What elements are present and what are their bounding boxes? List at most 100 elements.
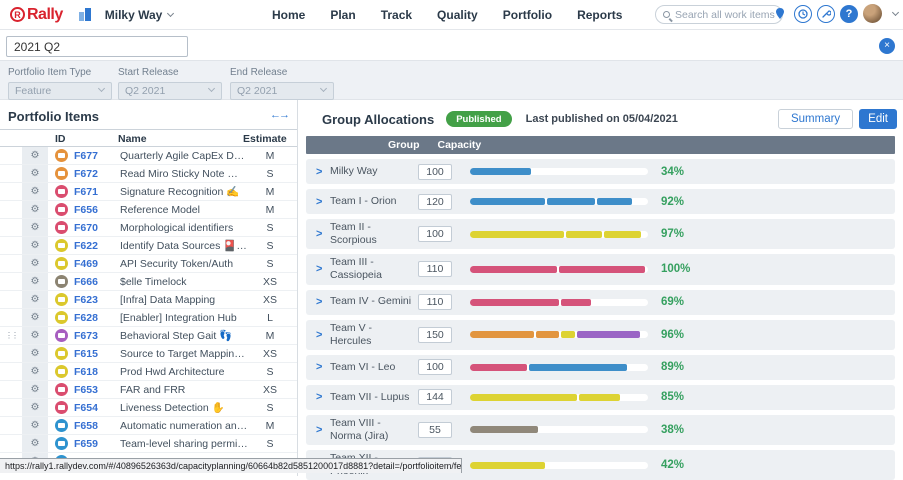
table-row[interactable]: ⋮⋮ ⚙ F656 Reference Model M	[0, 201, 298, 219]
table-row[interactable]: ⋮⋮ ⚙ F666 $elle Timelock XS	[0, 273, 298, 291]
nav-item[interactable]: Plan	[330, 8, 355, 22]
close-icon[interactable]: ×	[879, 38, 895, 54]
chevron-down-icon	[98, 85, 105, 92]
nav-item[interactable]: Track	[381, 8, 412, 22]
item-id-link[interactable]: F618	[74, 366, 120, 378]
table-row[interactable]: ⋮⋮ ⚙ F673 Behavioral Step Gait 👣 M	[0, 327, 298, 345]
item-id-link[interactable]: F653	[74, 384, 120, 396]
edit-button[interactable]: Edit	[859, 109, 897, 129]
gear-icon[interactable]: ⚙	[22, 327, 48, 344]
table-row[interactable]: ⋮⋮ ⚙ F670 Morphological identifiers S	[0, 219, 298, 237]
item-id-link[interactable]: F672	[74, 168, 120, 180]
tools-wrench-icon[interactable]	[817, 5, 835, 23]
expand-chevron-icon[interactable]: >	[316, 329, 330, 341]
expand-chevron-icon[interactable]: >	[316, 263, 330, 275]
gear-icon[interactable]: ⚙	[22, 165, 48, 182]
nav-item[interactable]: Home	[272, 8, 305, 22]
table-row[interactable]: ⋮⋮ ⚙ F628 [Enabler] Integration Hub L	[0, 309, 298, 327]
gear-icon[interactable]: ⚙	[22, 237, 48, 254]
capacity-input[interactable]	[418, 327, 452, 343]
item-id-link[interactable]: F623	[74, 294, 120, 306]
table-row[interactable]: ⋮⋮ ⚙ F659 Team-level sharing permissions…	[0, 435, 298, 453]
nav-item[interactable]: Portfolio	[503, 8, 552, 22]
table-row[interactable]: ⋮⋮ ⚙ F653 FAR and FRR XS	[0, 381, 298, 399]
gear-icon[interactable]: ⚙	[22, 309, 48, 326]
gear-icon[interactable]: ⚙	[22, 435, 48, 452]
table-row[interactable]: ⋮⋮ ⚙ F615 Source to Target Mapping Spec …	[0, 345, 298, 363]
nav-item[interactable]: Quality	[437, 8, 478, 22]
capacity-input[interactable]	[418, 359, 452, 375]
rally-logo[interactable]: R Rally	[10, 6, 63, 24]
portfolio-items-title: Portfolio Items	[8, 109, 99, 124]
capacity-input[interactable]	[418, 226, 452, 242]
table-row[interactable]: ⋮⋮ ⚙ F658 Automatic numeration and frame…	[0, 417, 298, 435]
expand-chevron-icon[interactable]: >	[316, 424, 330, 436]
nav-item[interactable]: Reports	[577, 8, 622, 22]
capacity-input[interactable]	[418, 261, 452, 277]
table-row[interactable]: ⋮⋮ ⚙ F654 Liveness Detection ✋ S	[0, 399, 298, 417]
gear-icon[interactable]: ⚙	[22, 201, 48, 218]
table-row[interactable]: ⋮⋮ ⚙ F677 Quarterly Agile CapEx Data Exp…	[0, 147, 298, 165]
expand-chevron-icon[interactable]: >	[316, 391, 330, 403]
user-avatar[interactable]	[863, 4, 882, 23]
item-id-link[interactable]: F666	[74, 276, 120, 288]
item-id-link[interactable]: F656	[74, 204, 120, 216]
gear-icon[interactable]: ⚙	[22, 417, 48, 434]
chevron-down-icon[interactable]	[892, 8, 899, 15]
capacity-input[interactable]	[418, 422, 452, 438]
gear-icon[interactable]: ⚙	[22, 399, 48, 416]
item-id-link[interactable]: F671	[74, 186, 120, 198]
help-icon[interactable]: ?	[840, 5, 858, 23]
item-id-link[interactable]: F654	[74, 402, 120, 414]
gear-icon[interactable]: ⚙	[22, 363, 48, 380]
collapse-panel-icon[interactable]: ←→	[270, 109, 288, 121]
expand-chevron-icon[interactable]: >	[316, 228, 330, 240]
plan-title-input[interactable]	[6, 36, 188, 57]
pin-icon[interactable]	[771, 5, 789, 23]
global-search[interactable]	[655, 5, 783, 24]
item-id-link[interactable]: F622	[74, 240, 120, 252]
capacity-input[interactable]	[418, 164, 452, 180]
gear-icon[interactable]: ⚙	[22, 273, 48, 290]
item-id-link[interactable]: F677	[74, 150, 120, 162]
table-row[interactable]: ⋮⋮ ⚙ F469 API Security Token/Auth S	[0, 255, 298, 273]
table-row[interactable]: ⋮⋮ ⚙ F618 Prod Hwd Architecture S	[0, 363, 298, 381]
history-icon[interactable]	[794, 5, 812, 23]
project-picker[interactable]: Milky Way	[105, 8, 174, 22]
gear-icon[interactable]: ⚙	[22, 183, 48, 200]
item-id-link[interactable]: F615	[74, 348, 120, 360]
summary-button[interactable]: Summary	[778, 109, 853, 129]
allocation-percent: 34%	[661, 166, 684, 178]
item-id-link[interactable]: F628	[74, 312, 120, 324]
expand-chevron-icon[interactable]: >	[316, 361, 330, 373]
gear-icon[interactable]: ⚙	[22, 219, 48, 236]
table-row[interactable]: ⋮⋮ ⚙ F671 Signature Recognition ✍️ M	[0, 183, 298, 201]
capacity-input[interactable]	[418, 294, 452, 310]
table-row[interactable]: ⋮⋮ ⚙ F622 Identify Data Sources 🎴💾 S	[0, 237, 298, 255]
gear-icon[interactable]: ⚙	[22, 381, 48, 398]
gear-icon[interactable]: ⚙	[22, 147, 48, 164]
workspace-icon[interactable]	[79, 8, 91, 21]
gear-icon[interactable]: ⚙	[22, 255, 48, 272]
column-name: Name	[118, 133, 147, 145]
expand-chevron-icon[interactable]: >	[316, 296, 330, 308]
expand-chevron-icon[interactable]: >	[316, 196, 330, 208]
expand-chevron-icon[interactable]: >	[316, 166, 330, 178]
item-id-link[interactable]: F670	[74, 222, 120, 234]
gear-icon[interactable]: ⚙	[22, 345, 48, 362]
gear-icon[interactable]: ⚙	[22, 291, 48, 308]
column-capacity: Capacity	[438, 139, 482, 151]
filter-select[interactable]: Q2 2021	[230, 82, 334, 100]
item-id-link[interactable]: F658	[74, 420, 120, 432]
item-id-link[interactable]: F673	[74, 330, 120, 342]
search-input[interactable]	[675, 9, 775, 21]
table-row[interactable]: ⋮⋮ ⚙ F672 Read Miro Sticky Note 📝🍒 S	[0, 165, 298, 183]
capacity-input[interactable]	[418, 389, 452, 405]
drag-handle-icon[interactable]: ⋮⋮	[0, 331, 22, 340]
capacity-input[interactable]	[418, 194, 452, 210]
item-id-link[interactable]: F659	[74, 438, 120, 450]
item-id-link[interactable]: F469	[74, 258, 120, 270]
filter-select[interactable]: Feature	[8, 82, 112, 100]
table-row[interactable]: ⋮⋮ ⚙ F623 [Infra] Data Mapping XS	[0, 291, 298, 309]
filter-select[interactable]: Q2 2021	[118, 82, 222, 100]
